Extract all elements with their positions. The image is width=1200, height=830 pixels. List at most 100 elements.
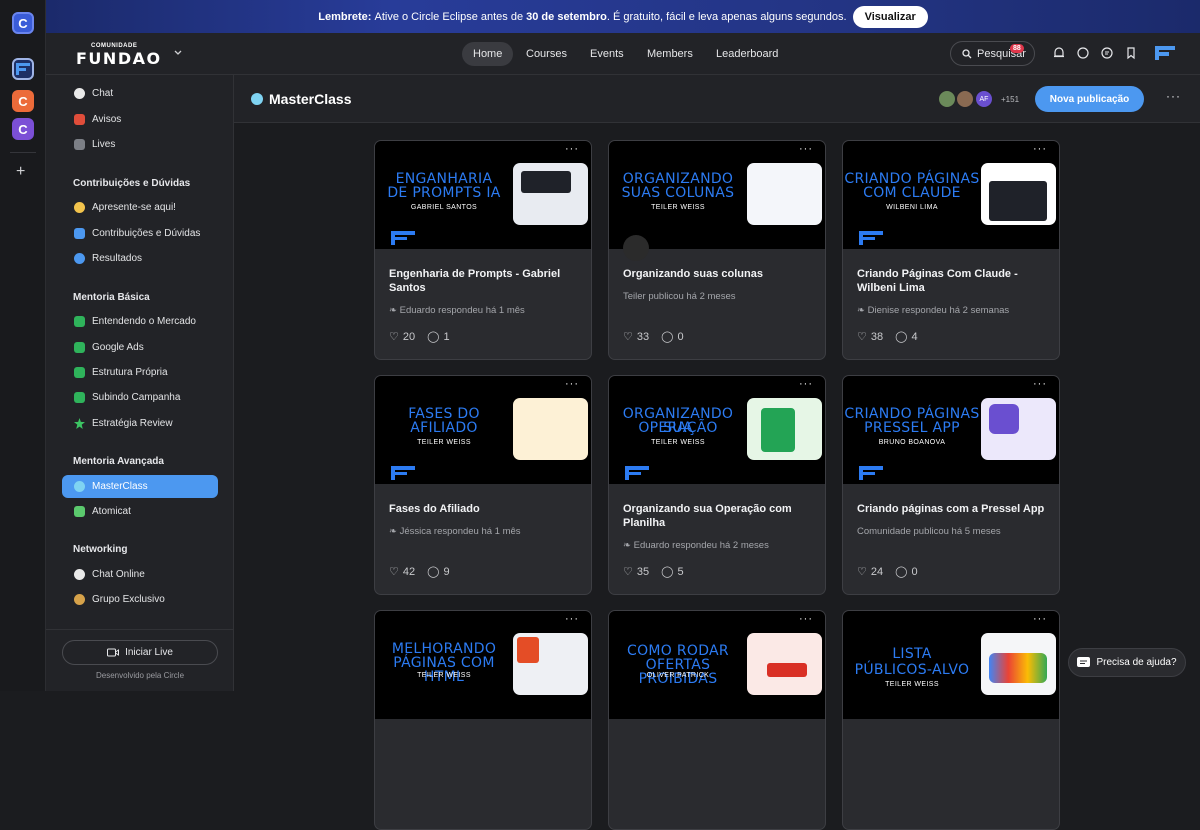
post-thumbnail[interactable]: COMO RODAR OFERTAS PROIBIDAS OLIVER PATR… <box>609 611 825 719</box>
post-card[interactable]: CRIANDO PÁGINAS PRESSEL APP BRUNO BOANOV… <box>842 375 1060 595</box>
sidebar-item-entendendo-mercado[interactable]: Entendendo o Mercado <box>62 310 218 333</box>
post-thumbnail[interactable]: ENGANHARIA DE PROMPTS IA GABRIEL SANTOS … <box>375 141 591 249</box>
post-card[interactable]: ORGANIZANDO SUAS COLUNAS TEILER WEISS ··… <box>608 140 826 360</box>
post-thumbnail[interactable]: MELHORANDO PÁGINAS COM HTML TEILER WEISS… <box>375 611 591 719</box>
post-thumbnail[interactable]: CRIANDO PÁGINAS PRESSEL APP BRUNO BOANOV… <box>843 376 1059 484</box>
bell-icon[interactable] <box>1052 46 1066 60</box>
comment-icon[interactable]: ◯ <box>895 565 907 578</box>
comment-icon[interactable]: ◯ <box>661 565 673 578</box>
heart-icon[interactable]: ♡ <box>389 330 399 343</box>
bookmark-icon[interactable] <box>1124 46 1138 60</box>
avatar[interactable] <box>938 90 956 108</box>
card-menu-icon[interactable]: ··· <box>565 378 579 390</box>
post-title[interactable]: Fases do Afiliado <box>389 502 579 516</box>
heart-icon[interactable]: ♡ <box>623 565 633 578</box>
post-thumbnail[interactable]: FASES DO AFILIADO TEILER WEISS ··· <box>375 376 591 484</box>
tab-events[interactable]: Events <box>579 42 635 66</box>
thumbnail-author: TEILER WEISS <box>885 681 939 688</box>
card-menu-icon[interactable]: ··· <box>565 143 579 155</box>
group-title-contribuicoes[interactable]: Contribuições e Dúvidas <box>73 178 190 189</box>
sidebar-item-chat[interactable]: Chat <box>62 82 218 105</box>
messages-icon[interactable] <box>1100 46 1114 60</box>
post-thumbnail[interactable]: CRIANDO PÁGINAS COM CLAUDE WILBENI LIMA … <box>843 141 1059 249</box>
chat-bubble-icon[interactable] <box>1076 46 1090 60</box>
sidebar-item-grupo-exclusivo[interactable]: Grupo Exclusivo <box>62 588 218 611</box>
post-title[interactable]: Criando Páginas Com Claude - Wilbeni Lim… <box>857 267 1047 295</box>
avatar[interactable]: AF <box>975 90 993 108</box>
sidebar-item-subindo-campanha[interactable]: Subindo Campanha <box>62 386 218 409</box>
group-title-mentoria-avancada[interactable]: Mentoria Avançada <box>73 456 164 467</box>
post-card[interactable]: MELHORANDO PÁGINAS COM HTML TEILER WEISS… <box>374 610 592 830</box>
sidebar-item-label: Contribuições e Dúvidas <box>92 228 201 239</box>
sidebar-item-atomicat[interactable]: Atomicat <box>62 500 218 523</box>
sidebar-item-estrategia-review[interactable]: Estratégia Review <box>62 412 218 435</box>
post-title[interactable]: Organizando suas colunas <box>623 267 813 281</box>
post-card[interactable]: LISTA PÚBLICOS-ALVO TEILER WEISS ··· <box>842 610 1060 830</box>
sidebar-item-label: Estratégia Review <box>92 418 173 429</box>
sidebar-item-apresente-se[interactable]: Apresente-se aqui! <box>62 196 218 219</box>
group-title-networking[interactable]: Networking <box>73 544 127 555</box>
sidebar-item-masterclass[interactable]: MasterClass <box>62 475 218 498</box>
member-count[interactable]: +151 <box>1001 95 1019 104</box>
community-switch-fundao[interactable] <box>12 58 34 80</box>
fundao-logo-icon <box>625 466 649 480</box>
sidebar-item-avisos[interactable]: Avisos <box>62 108 218 131</box>
post-title[interactable]: Organizando sua Operação com Planilha <box>623 502 813 530</box>
sidebar-item-contribuicoes[interactable]: Contribuições e Dúvidas <box>62 222 218 245</box>
community-logo[interactable]: COMUNIDADE FUNDAO <box>76 43 166 68</box>
post-card[interactable]: ORGANIZANDO SUA OPERAÇÃO TEILER WEISS ··… <box>608 375 826 595</box>
sidebar-item-label: Entendendo o Mercado <box>92 316 196 327</box>
tab-home[interactable]: Home <box>462 42 514 66</box>
community-switch-circle[interactable]: C <box>12 12 34 34</box>
tab-leaderboard[interactable]: Leaderboard <box>705 42 789 66</box>
powered-by-link[interactable]: Desenvolvido pela Circle <box>46 671 234 680</box>
card-menu-icon[interactable]: ··· <box>565 613 579 625</box>
tab-courses[interactable]: Courses <box>515 42 578 66</box>
comment-icon[interactable]: ◯ <box>427 565 439 578</box>
post-thumbnail[interactable]: ORGANIZANDO SUA OPERAÇÃO TEILER WEISS ··… <box>609 376 825 484</box>
sidebar-item-chat-online[interactable]: Chat Online <box>62 563 218 586</box>
help-button[interactable]: Precisa de ajuda? <box>1068 648 1186 677</box>
chevron-down-icon[interactable] <box>174 50 182 56</box>
sidebar-item-estrutura-propria[interactable]: Estrutura Própria <box>62 361 218 384</box>
sidebar-item-google-ads[interactable]: Google Ads <box>62 336 218 359</box>
profile-logo-icon[interactable] <box>1155 46 1175 60</box>
post-thumbnail[interactable]: ORGANIZANDO SUAS COLUNAS TEILER WEISS ··… <box>609 141 825 261</box>
comment-icon[interactable]: ◯ <box>661 330 673 343</box>
sidebar-item-lives[interactable]: Lives <box>62 133 218 156</box>
comment-icon[interactable]: ◯ <box>427 330 439 343</box>
heart-icon[interactable]: ♡ <box>857 565 867 578</box>
post-title[interactable]: Criando páginas com a Pressel App <box>857 502 1047 516</box>
card-menu-icon[interactable]: ··· <box>799 378 813 390</box>
community-switch-purple[interactable]: C <box>12 118 34 140</box>
post-card[interactable]: COMO RODAR OFERTAS PROIBIDAS OLIVER PATR… <box>608 610 826 830</box>
post-meta-text: Eduardo respondeu há 2 meses <box>633 540 769 551</box>
post-card[interactable]: CRIANDO PÁGINAS COM CLAUDE WILBENI LIMA … <box>842 140 1060 360</box>
post-card[interactable]: ENGANHARIA DE PROMPTS IA GABRIEL SANTOS … <box>374 140 592 360</box>
group-title-mentoria-basica[interactable]: Mentoria Básica <box>73 292 150 303</box>
card-menu-icon[interactable]: ··· <box>1033 378 1047 390</box>
help-label: Precisa de ajuda? <box>1096 657 1177 668</box>
more-options-icon[interactable]: ··· <box>1166 89 1181 103</box>
thumbnail-title: ENGANHARIA <box>395 171 493 187</box>
avatar[interactable] <box>956 90 974 108</box>
add-community-icon[interactable]: + <box>16 163 25 181</box>
community-switch-orange[interactable]: C <box>12 90 34 112</box>
banner-view-button[interactable]: Visualizar <box>852 5 928 28</box>
post-thumbnail[interactable]: LISTA PÚBLICOS-ALVO TEILER WEISS ··· <box>843 611 1059 719</box>
card-menu-icon[interactable]: ··· <box>1033 613 1047 625</box>
post-stats: ♡ 35 ◯ 5 <box>623 565 684 579</box>
heart-icon[interactable]: ♡ <box>389 565 399 578</box>
post-title[interactable]: Engenharia de Prompts - Gabriel Santos <box>389 267 579 295</box>
tab-members[interactable]: Members <box>636 42 704 66</box>
comment-icon[interactable]: ◯ <box>895 330 907 343</box>
start-live-button[interactable]: Iniciar Live <box>62 640 218 665</box>
post-card[interactable]: FASES DO AFILIADO TEILER WEISS ··· Fases… <box>374 375 592 595</box>
card-menu-icon[interactable]: ··· <box>799 613 813 625</box>
heart-icon[interactable]: ♡ <box>857 330 867 343</box>
new-post-button[interactable]: Nova publicação <box>1035 86 1144 112</box>
sidebar-item-resultados[interactable]: Resultados <box>62 247 218 270</box>
heart-icon[interactable]: ♡ <box>623 330 633 343</box>
card-menu-icon[interactable]: ··· <box>1033 143 1047 155</box>
card-menu-icon[interactable]: ··· <box>799 143 813 155</box>
